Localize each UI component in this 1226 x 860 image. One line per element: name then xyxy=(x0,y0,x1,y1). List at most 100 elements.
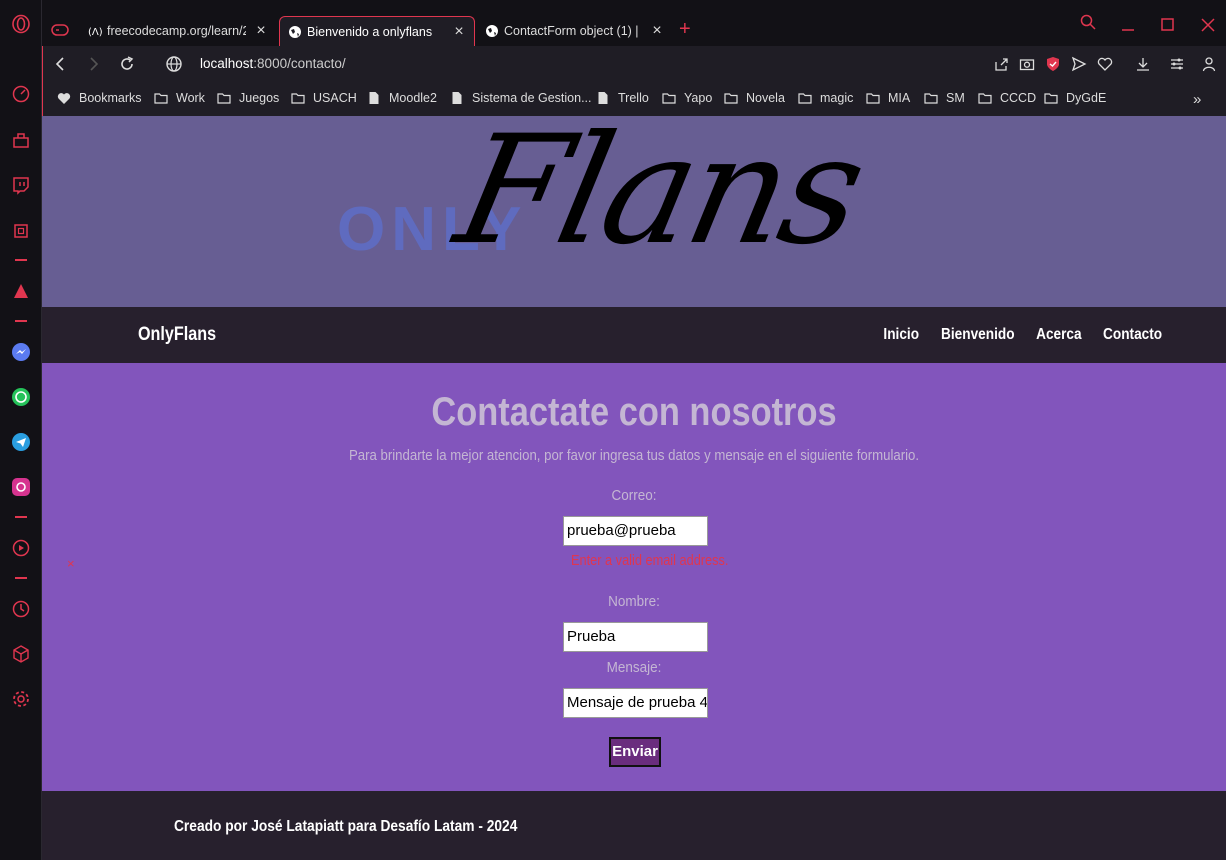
download-icon[interactable] xyxy=(1135,56,1151,72)
reload-button[interactable] xyxy=(117,54,137,74)
close-icon[interactable]: × xyxy=(650,23,664,39)
settings-gear-icon[interactable] xyxy=(9,687,33,711)
bookmark-label: MIA xyxy=(888,91,911,105)
share-icon[interactable] xyxy=(993,56,1009,72)
heart-icon[interactable] xyxy=(1097,56,1113,72)
svg-text:(Λ): (Λ) xyxy=(88,27,102,38)
tab-contactform[interactable]: ContactForm object (1) | Ch × xyxy=(477,16,672,46)
correo-label: Correo: xyxy=(611,487,657,504)
nombre-label: Nombre: xyxy=(608,593,660,610)
whatsapp-icon[interactable] xyxy=(9,385,33,409)
nav-link-bienvenido[interactable]: Bienvenido xyxy=(941,326,1015,344)
bookmark-label: magic xyxy=(820,91,854,105)
forward-button[interactable] xyxy=(83,54,103,74)
tab-onlyflans[interactable]: Bienvenido a onlyflans × xyxy=(279,16,475,46)
site-footer: Creado por José Latapiatt para Desafío L… xyxy=(42,791,1226,860)
folder-icon xyxy=(217,93,231,104)
globe-icon xyxy=(485,24,499,38)
url-field[interactable]: localhost:8000/contacto/ xyxy=(200,56,346,71)
search-icon[interactable] xyxy=(1080,14,1096,35)
back-button[interactable] xyxy=(51,54,71,74)
sidebar-separator xyxy=(15,320,27,322)
heart-icon xyxy=(57,93,71,104)
site-info-button[interactable] xyxy=(164,54,184,74)
close-icon[interactable]: × xyxy=(254,23,268,39)
bookmarks-overflow-button[interactable]: » xyxy=(1193,91,1201,108)
bookmark-item[interactable]: DyGdE xyxy=(1044,91,1106,105)
globe-icon xyxy=(288,25,302,39)
bookmark-item[interactable]: Work xyxy=(154,91,205,105)
camera-icon[interactable] xyxy=(1019,56,1035,72)
window-close-icon[interactable] xyxy=(1200,17,1216,38)
adblock-shield-icon[interactable] xyxy=(1045,56,1061,72)
error-bullet: × xyxy=(67,556,75,571)
bookmark-item[interactable]: Sistema de Gestion... xyxy=(450,91,592,105)
chevron-right-icon xyxy=(90,57,99,71)
address-bar: localhost:8000/contacto/ xyxy=(42,46,1226,82)
bookmark-item[interactable]: USACH xyxy=(291,91,357,105)
bookmark-label: SM xyxy=(946,91,965,105)
opera-logo-icon[interactable] xyxy=(9,12,33,36)
folder-icon xyxy=(924,93,938,104)
logo-flans-text: Flans xyxy=(443,116,876,278)
tab-title: ContactForm object (1) | Ch xyxy=(504,24,642,38)
tab-freecodecamp[interactable]: (Λ) freecodecamp.org/learn/20 × xyxy=(80,16,276,46)
bookmark-item[interactable]: Novela xyxy=(724,91,785,105)
browser-window: (Λ) freecodecamp.org/learn/20 × Bienveni… xyxy=(0,0,1226,860)
maximize-icon[interactable] xyxy=(1160,17,1176,38)
bookmark-item[interactable]: MIA xyxy=(866,91,910,105)
nav-link-inicio[interactable]: Inicio xyxy=(884,326,920,344)
tab-title: Bienvenido a onlyflans xyxy=(307,24,433,39)
nav-link-acerca[interactable]: Acerca xyxy=(1036,326,1082,344)
sidebar-separator xyxy=(15,577,27,579)
reload-icon xyxy=(121,56,134,70)
easy-setup-icon[interactable] xyxy=(1169,56,1185,72)
instagram-icon[interactable] xyxy=(9,475,33,499)
email-error-message: Enter a valid email address. xyxy=(571,553,729,569)
minimize-icon[interactable] xyxy=(1120,20,1136,41)
messenger-icon[interactable] xyxy=(9,340,33,364)
bookmark-label: Juegos xyxy=(239,91,280,105)
globe-icon xyxy=(166,56,182,72)
bookmark-item[interactable]: Moodle2 xyxy=(367,91,437,105)
folder-icon xyxy=(798,93,812,104)
bookmark-item[interactable]: Yapo xyxy=(662,91,712,105)
twitch-icon[interactable] xyxy=(9,173,33,197)
folder-icon xyxy=(662,93,676,104)
site-brand[interactable]: OnlyFlans xyxy=(138,324,216,346)
url-host: localhost xyxy=(200,56,254,71)
player-icon[interactable] xyxy=(9,536,33,560)
submit-button[interactable]: Enviar xyxy=(609,737,661,767)
bookmark-item[interactable]: CCCD xyxy=(978,91,1036,105)
history-icon[interactable] xyxy=(9,597,33,621)
gamepad-icon[interactable] xyxy=(50,22,70,38)
nav-link-contacto[interactable]: Contacto xyxy=(1103,326,1162,344)
tab-title: freecodecamp.org/learn/20 xyxy=(107,24,246,38)
bookmark-label: Work xyxy=(176,91,205,105)
sidebar-separator xyxy=(15,259,27,261)
bookmark-item[interactable]: magic xyxy=(798,91,853,105)
message-field[interactable]: Mensaje de prueba 4 xyxy=(563,688,708,718)
new-tab-button[interactable]: + xyxy=(679,18,691,40)
folder-icon xyxy=(866,93,880,104)
bookmark-label: Yapo xyxy=(684,91,713,105)
bookmark-item[interactable]: Trello xyxy=(596,91,649,105)
chip-icon[interactable] xyxy=(9,219,33,243)
hero-banner: ONLY Flans xyxy=(42,116,1226,307)
aria-icon[interactable] xyxy=(9,279,33,303)
telegram-icon[interactable] xyxy=(9,430,33,454)
tab-bar: (Λ) freecodecamp.org/learn/20 × Bienveni… xyxy=(42,0,1226,46)
bookmark-item[interactable]: Juegos xyxy=(217,91,279,105)
extensions-cube-icon[interactable] xyxy=(9,642,33,666)
page-title: Contactate con nosotros xyxy=(431,390,837,434)
bookmark-item[interactable]: Bookmarks xyxy=(57,91,142,105)
bookmark-item[interactable]: SM xyxy=(924,91,965,105)
name-field[interactable]: Prueba xyxy=(563,622,708,652)
shopping-icon[interactable] xyxy=(9,128,33,152)
close-icon[interactable]: × xyxy=(452,23,466,39)
speed-dial-icon[interactable] xyxy=(9,82,33,106)
email-field[interactable]: prueba@prueba xyxy=(563,516,708,546)
send-icon[interactable] xyxy=(1071,56,1087,72)
bookmark-label: Novela xyxy=(746,91,785,105)
profile-icon[interactable] xyxy=(1201,56,1217,72)
